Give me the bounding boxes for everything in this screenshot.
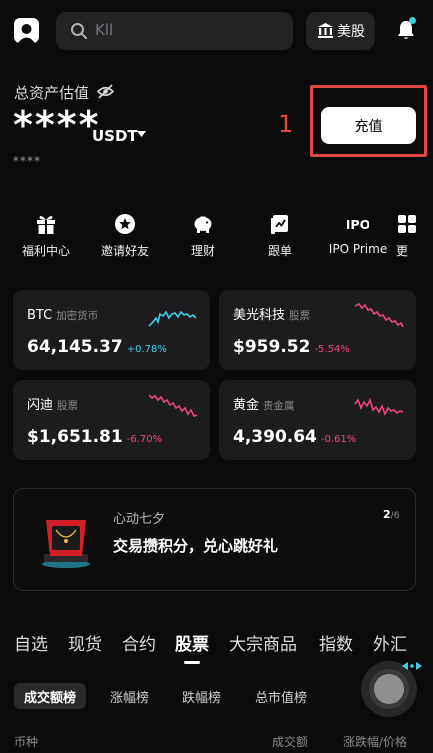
- market-price: 64,145.37: [27, 337, 123, 357]
- quick-action-label: 更: [396, 244, 409, 258]
- tab-commodities[interactable]: 大宗商品: [229, 630, 297, 655]
- market-change: -6.70%: [126, 434, 163, 445]
- banner-page-current: 2: [383, 508, 391, 521]
- eye-hidden-icon[interactable]: [97, 84, 114, 99]
- column-header-symbol: 币种: [14, 735, 39, 749]
- gift-icon: [37, 216, 55, 234]
- market-price: 4,390.64: [233, 427, 317, 447]
- banner-subtitle: 心动七夕: [113, 512, 166, 527]
- copy-trade-icon: [271, 215, 288, 234]
- quick-action-more[interactable]: 更: [396, 213, 433, 259]
- tab-index[interactable]: 指数: [319, 630, 353, 655]
- subtab-market-cap[interactable]: 总市值榜: [255, 683, 307, 709]
- ipo-icon: IPO: [347, 217, 369, 232]
- market-switch-label: 美股: [337, 24, 365, 40]
- tab-stocks[interactable]: 股票: [175, 630, 209, 655]
- market-name: 黄金: [233, 398, 260, 413]
- subtab-turnover[interactable]: 成交额榜: [14, 683, 87, 709]
- caret-down-icon[interactable]: [137, 131, 146, 138]
- svg-text:IPO: IPO: [347, 217, 369, 232]
- gift-box-image: [42, 520, 90, 568]
- market-tag: 股票: [289, 310, 311, 322]
- asset-value-masked: ****: [13, 103, 101, 147]
- tab-contract[interactable]: 合约: [122, 630, 156, 655]
- asset-unit[interactable]: USDT: [92, 127, 138, 145]
- banner-title: 交易攒积分，兑心跳好礼: [113, 537, 279, 555]
- tab-spot[interactable]: 现货: [68, 630, 102, 655]
- tab-forex[interactable]: 外汇: [373, 630, 407, 655]
- bank-icon: [318, 23, 333, 38]
- quick-action-label: 邀请好友: [100, 244, 149, 258]
- market-card-title: 黄金 贵金属: [233, 394, 295, 413]
- market-price-row: $959.52 -5.54%: [233, 337, 350, 357]
- sparkline-chart: [354, 397, 404, 416]
- search-bar[interactable]: [56, 12, 293, 50]
- market-price-row: 64,145.37 +0.78%: [27, 337, 167, 357]
- floating-assistant-icon[interactable]: [356, 654, 426, 718]
- market-card-title: BTC 加密货币: [27, 304, 98, 323]
- quick-action-label: 跟单: [267, 244, 292, 258]
- market-name: 闪迪: [27, 398, 54, 413]
- market-price: $1,651.81: [27, 427, 123, 447]
- market-price-row: $1,651.81 -6.70%: [27, 427, 162, 447]
- market-change: -5.54%: [314, 344, 350, 355]
- market-card-title: 闪迪 股票: [27, 394, 78, 413]
- market-tag: 股票: [57, 400, 79, 412]
- column-header-turnover[interactable]: 成交额: [272, 733, 308, 750]
- column-header-change-price[interactable]: 涨跌幅/价格: [343, 733, 407, 750]
- banner-pagination: 2/6: [383, 508, 400, 521]
- quick-action-label: 福利中心: [21, 244, 70, 258]
- asset-title: 总资产估值: [14, 84, 90, 102]
- quick-action-label: IPO Prime: [328, 242, 388, 256]
- market-price-row: 4,390.64 -0.61%: [233, 427, 356, 447]
- piggy-bank-icon: [194, 216, 212, 233]
- market-tag: 贵金属: [263, 400, 295, 412]
- asset-sub-masked: ****: [13, 154, 41, 168]
- search-icon: [71, 23, 87, 39]
- subtab-losers[interactable]: 跌幅榜: [182, 683, 221, 709]
- quick-action-ipo[interactable]: IPO IPO Prime: [318, 213, 398, 256]
- banner-page-total: /6: [390, 510, 400, 521]
- quick-action-label: 理财: [190, 244, 215, 258]
- tab-watchlist[interactable]: 自选: [14, 630, 48, 655]
- market-tag: 加密货币: [56, 310, 99, 322]
- market-name: BTC: [27, 308, 53, 323]
- market-name: 美光科技: [233, 308, 286, 323]
- market-change: +0.78%: [126, 344, 167, 355]
- subtab-gainers[interactable]: 涨幅榜: [110, 683, 149, 709]
- sparkline-chart: [354, 302, 404, 328]
- market-change: -0.61%: [320, 434, 357, 445]
- sparkline-chart: [148, 310, 197, 327]
- annotation-number: 1: [278, 110, 294, 138]
- market-card-title: 美光科技 股票: [233, 304, 310, 323]
- market-price: $959.52: [233, 337, 311, 357]
- quick-action-earn[interactable]: 理财: [163, 213, 243, 259]
- active-tab-indicator: [184, 661, 200, 664]
- deposit-button[interactable]: 充值: [321, 107, 416, 144]
- sparkline-chart: [148, 394, 198, 417]
- app-logo-icon[interactable]: [14, 18, 39, 43]
- search-placeholder: Kll: [95, 21, 114, 39]
- quick-action-welfare[interactable]: 福利中心: [6, 213, 86, 259]
- quick-action-copy-trade[interactable]: 跟单: [240, 213, 320, 259]
- invite-icon: [115, 214, 135, 234]
- notification-dot: [409, 17, 416, 24]
- more-icon: [398, 215, 416, 233]
- quick-action-invite[interactable]: 邀请好友: [85, 213, 165, 259]
